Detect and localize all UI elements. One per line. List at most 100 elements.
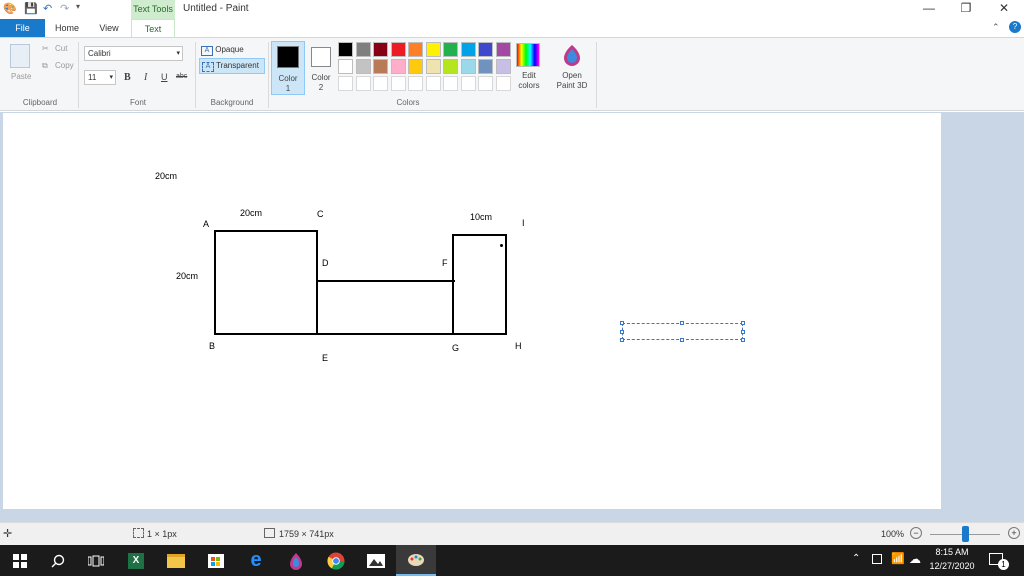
strikethrough-button[interactable]: abc <box>176 73 187 80</box>
color-swatch[interactable] <box>390 59 406 74</box>
custom-color-slot[interactable] <box>355 76 371 91</box>
resize-handle[interactable] <box>741 330 745 334</box>
font-size-select[interactable]: 11 ▾ <box>84 70 116 85</box>
excel-icon[interactable]: X <box>116 545 156 576</box>
resize-handle[interactable] <box>620 321 624 325</box>
windows-start-icon[interactable] <box>0 545 40 576</box>
copy-icon[interactable]: ⧉ <box>42 61 48 71</box>
color-swatch[interactable] <box>425 42 441 57</box>
tab-file[interactable]: File <box>0 19 45 37</box>
file-explorer-icon[interactable] <box>156 545 196 576</box>
transparent-label: Transparent <box>216 61 259 70</box>
color-swatch[interactable] <box>443 42 458 57</box>
cut-icon[interactable]: ✂ <box>42 44 49 53</box>
open-paint3d-label[interactable]: Open <box>553 71 591 80</box>
clock-time[interactable]: 8:15 AM <box>932 547 972 557</box>
edit-colors-label[interactable]: Edit <box>512 71 546 80</box>
zoom-slider-thumb[interactable] <box>962 526 969 542</box>
label-20cm-top: 20cm <box>155 171 178 181</box>
close-button[interactable]: ✕ <box>989 1 1019 15</box>
search-icon[interactable] <box>38 545 78 576</box>
custom-color-slot[interactable] <box>338 76 353 91</box>
undo-icon[interactable]: ↶ <box>43 2 52 15</box>
color-swatch[interactable] <box>408 42 423 57</box>
color-swatch[interactable] <box>390 42 406 57</box>
color-swatch[interactable] <box>355 59 371 74</box>
zoom-in-button[interactable]: + <box>1008 527 1020 539</box>
color-swatch[interactable] <box>338 59 353 74</box>
resize-handle[interactable] <box>741 338 745 342</box>
resize-handle[interactable] <box>741 321 745 325</box>
font-family-select[interactable]: Calibri ▾ <box>84 46 183 61</box>
tab-home[interactable]: Home <box>48 19 86 37</box>
network-icon[interactable]: 📶 <box>891 552 905 565</box>
point-b-label: B <box>209 341 216 351</box>
redo-icon[interactable]: ↷ <box>60 2 69 15</box>
text-selection-box[interactable] <box>620 321 745 342</box>
custom-color-slot[interactable] <box>443 76 458 91</box>
zoom-out-button[interactable]: − <box>910 527 922 539</box>
customize-quick-access-icon[interactable]: ▾ <box>76 2 80 11</box>
edit-colors-label-2[interactable]: colors <box>512 81 546 90</box>
custom-color-slot[interactable] <box>425 76 441 91</box>
resize-handle[interactable] <box>620 330 624 334</box>
drawing-canvas[interactable]: 20cm 20cm 20cm 10cm A C D F I B E G H <box>3 113 941 509</box>
ribbon-separator <box>78 42 79 108</box>
paste-icon[interactable] <box>10 44 30 68</box>
bold-button[interactable]: B <box>124 72 131 83</box>
paste-button[interactable]: Paste <box>11 72 31 81</box>
color-swatch[interactable] <box>495 42 511 57</box>
custom-color-slot[interactable] <box>408 76 423 91</box>
color-swatch[interactable] <box>460 42 476 57</box>
color2-button[interactable]: Color 2 <box>306 41 336 95</box>
copy-button[interactable]: Copy <box>55 61 74 70</box>
custom-color-slot[interactable] <box>373 76 388 91</box>
open-paint3d-label-2[interactable]: Paint 3D <box>553 81 591 90</box>
tab-text[interactable]: Text <box>131 19 175 37</box>
collapse-ribbon-icon[interactable]: ⌃ <box>992 22 1000 33</box>
color-swatch[interactable] <box>373 59 388 74</box>
restore-button[interactable]: ❐ <box>951 1 981 15</box>
edge-icon[interactable]: e <box>236 545 276 576</box>
clock-date[interactable]: 12/27/2020 <box>926 561 978 571</box>
task-view-icon[interactable] <box>76 545 116 576</box>
color-swatch[interactable] <box>355 42 371 57</box>
paint3d-icon[interactable] <box>561 43 583 67</box>
custom-color-slot[interactable] <box>390 76 406 91</box>
color-swatch[interactable] <box>408 59 423 74</box>
show-hidden-icons-icon[interactable]: ⌃ <box>852 553 860 564</box>
resize-handle[interactable] <box>620 338 624 342</box>
tab-view[interactable]: View <box>90 19 128 37</box>
color-swatch[interactable] <box>478 59 493 74</box>
cloud-icon[interactable]: ☁ <box>909 552 921 566</box>
color-swatch[interactable] <box>425 59 441 74</box>
point-c-label: C <box>317 209 324 219</box>
paint3d-taskbar-icon[interactable] <box>276 545 316 576</box>
save-icon[interactable]: 💾 <box>24 2 38 15</box>
transparent-button[interactable]: A Transparent <box>199 58 265 74</box>
color-swatch[interactable] <box>495 59 511 74</box>
color-swatch[interactable] <box>338 42 353 57</box>
chrome-icon[interactable] <box>316 545 356 576</box>
resize-handle[interactable] <box>680 321 684 325</box>
color-swatch[interactable] <box>478 42 493 57</box>
resize-handle[interactable] <box>680 338 684 342</box>
underline-button[interactable]: U <box>161 72 168 82</box>
color-swatch[interactable] <box>460 59 476 74</box>
color-swatch[interactable] <box>443 59 458 74</box>
cut-button[interactable]: Cut <box>55 44 67 53</box>
custom-color-slot[interactable] <box>478 76 493 91</box>
help-icon[interactable]: ? <box>1009 21 1021 33</box>
color-swatch[interactable] <box>373 42 388 57</box>
minimize-button[interactable]: — <box>914 1 944 15</box>
store-icon[interactable] <box>196 545 236 576</box>
opaque-button[interactable]: A Opaque <box>201 43 263 57</box>
custom-color-slot[interactable] <box>495 76 511 91</box>
photos-icon[interactable] <box>356 545 396 576</box>
custom-color-slot[interactable] <box>460 76 476 91</box>
battery-icon[interactable] <box>872 554 882 564</box>
paint-taskbar-icon[interactable] <box>396 545 436 576</box>
color1-button[interactable]: Color 1 <box>271 41 305 95</box>
edit-colors-icon[interactable] <box>516 43 540 67</box>
italic-button[interactable]: I <box>144 72 147 83</box>
